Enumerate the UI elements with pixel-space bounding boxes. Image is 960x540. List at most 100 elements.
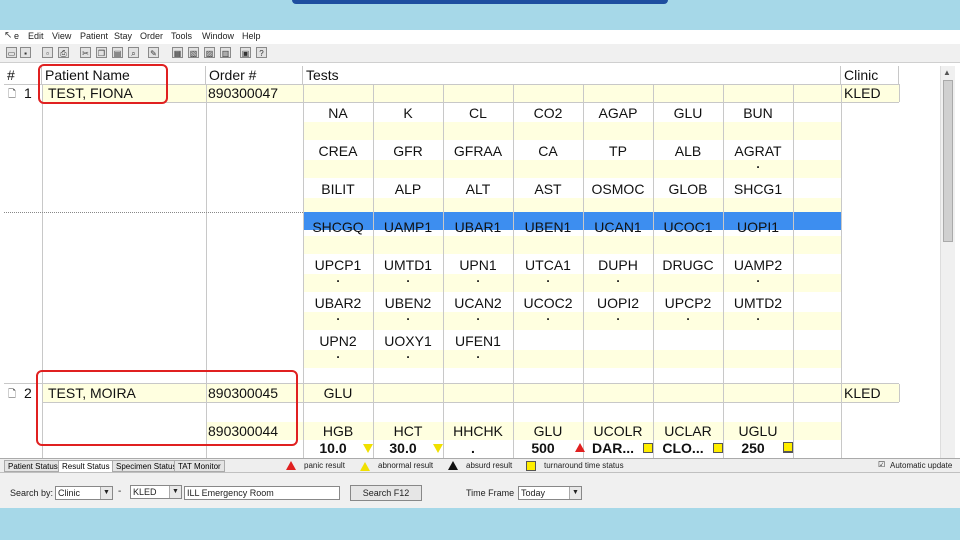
tab-tat-monitor[interactable]: TAT Monitor <box>174 460 225 472</box>
panic-flag-icon <box>575 443 585 452</box>
grid-line <box>42 102 899 103</box>
save-icon[interactable]: ▪ <box>20 47 31 58</box>
test-code[interactable]: GFR <box>373 142 443 160</box>
test-code[interactable]: ALT <box>443 180 513 198</box>
turnaround-flag-icon <box>526 461 536 471</box>
chevron-down-icon[interactable]: ▼ <box>569 487 581 499</box>
paste-icon[interactable]: ▤ <box>112 47 123 58</box>
test-code[interactable]: GLU <box>513 422 583 440</box>
test-code[interactable]: ALB <box>653 142 723 160</box>
cursor-icon: ↖ <box>4 30 13 41</box>
test-code[interactable]: UCOC1 <box>653 218 723 236</box>
result-value: 10.0 <box>319 440 347 456</box>
test-code[interactable]: GFRAA <box>443 142 513 160</box>
clinic-code-select[interactable]: KLED ▼ <box>130 485 182 499</box>
test-code[interactable]: BILIT <box>303 180 373 198</box>
test-code[interactable]: UCOLR <box>583 422 653 440</box>
test-code[interactable]: SHCG1 <box>723 180 793 198</box>
abnormal-flag-icon <box>363 444 373 453</box>
test-code[interactable]: GLOB <box>653 180 723 198</box>
search-by-select[interactable]: Clinic ▼ <box>55 486 113 500</box>
test-code[interactable]: SHCGQ <box>303 218 373 236</box>
test-code[interactable]: UCLAR <box>653 422 723 440</box>
toolbar: ▭ ▪ ▫ ⎙ ✂ ❐ ▤ ⌕ ✎ ▦ ▧ ▨ ▥ ▣ ? <box>0 44 960 63</box>
auto-update-checkbox[interactable]: ☑ <box>878 460 885 469</box>
test-code[interactable]: UBEN1 <box>513 218 583 236</box>
test-code[interactable]: BUN <box>723 104 793 122</box>
specimen-icon[interactable]: ▨ <box>204 47 215 58</box>
pending-result-marker: . <box>546 309 550 323</box>
menu-tools[interactable]: Tools <box>171 31 192 41</box>
result-grid: # Patient Name Order # Tests Clinic 🗋 1 … <box>0 64 940 494</box>
result-value: DAR... <box>592 440 634 456</box>
test-code[interactable]: AST <box>513 180 583 198</box>
test-code[interactable]: CA <box>513 142 583 160</box>
column-header-clinic[interactable]: Clinic <box>841 66 899 84</box>
patient-row-1[interactable] <box>42 84 899 102</box>
test-code[interactable]: TP <box>583 142 653 160</box>
test-code[interactable]: ALP <box>373 180 443 198</box>
scroll-up-icon[interactable]: ▲ <box>943 68 951 77</box>
test-code[interactable]: K <box>373 104 443 122</box>
test-code[interactable]: CREA <box>303 142 373 160</box>
menu-window[interactable]: Window <box>202 31 234 41</box>
pending-result-marker: . <box>336 309 340 323</box>
menu-patient[interactable]: Patient <box>80 31 108 41</box>
menu-edit[interactable]: Edit <box>28 31 44 41</box>
location-field[interactable]: ILL Emergency Room <box>184 486 340 500</box>
app-window: ↖ e Edit View Patient Stay Order Tools W… <box>0 30 960 508</box>
test-code[interactable]: HHCHK <box>443 422 513 440</box>
column-header-tests[interactable]: Tests <box>303 66 841 84</box>
menu-file[interactable]: e <box>14 31 19 41</box>
tab-specimen-status[interactable]: Specimen Status <box>112 460 181 472</box>
test-code[interactable]: HGB <box>303 422 373 440</box>
test-code[interactable]: UOPI1 <box>723 218 793 236</box>
pending-result-marker: . <box>616 309 620 323</box>
image-icon[interactable]: ▣ <box>240 47 251 58</box>
chevron-down-icon[interactable]: ▼ <box>100 487 112 499</box>
find-icon[interactable]: ⌕ <box>128 47 139 58</box>
test-code[interactable]: AGAP <box>583 104 653 122</box>
patient-record-icon: 🗋 <box>8 389 17 400</box>
pending-result-marker: . <box>336 271 340 285</box>
menu-view[interactable]: View <box>52 31 71 41</box>
vertical-scrollbar[interactable]: ▲ <box>940 66 955 458</box>
panic-flag-icon <box>286 461 296 470</box>
results-icon[interactable]: ▧ <box>188 47 199 58</box>
tab-result-status[interactable]: Result Status <box>58 460 114 472</box>
test-code[interactable]: HCT <box>373 422 443 440</box>
test-code[interactable]: NA <box>303 104 373 122</box>
copy-icon[interactable]: ❐ <box>96 47 107 58</box>
test-code[interactable]: GLU <box>303 384 373 402</box>
cut-icon[interactable]: ✂ <box>80 47 91 58</box>
print-preview-icon[interactable]: ▫ <box>42 47 53 58</box>
test-code[interactable]: GLU <box>653 104 723 122</box>
tool-icon[interactable]: ✎ <box>148 47 159 58</box>
time-frame-select[interactable]: Today ▼ <box>518 486 582 500</box>
test-code[interactable]: UAMP1 <box>373 218 443 236</box>
report-icon[interactable]: ▥ <box>220 47 231 58</box>
test-code[interactable]: UBAR1 <box>443 218 513 236</box>
patient-number: 2 <box>24 385 32 401</box>
test-code[interactable]: CO2 <box>513 104 583 122</box>
tab-patient-status[interactable]: Patient Status <box>4 460 62 472</box>
scroll-thumb[interactable] <box>943 80 953 242</box>
test-code[interactable]: CL <box>443 104 513 122</box>
column-header-num[interactable]: # <box>4 66 42 84</box>
print-icon[interactable]: ⎙ <box>58 47 69 58</box>
order-number[interactable]: 890300047 <box>208 84 278 102</box>
result-value: CLO... <box>662 440 704 456</box>
test-code[interactable]: DRUGC <box>653 256 723 274</box>
menu-order[interactable]: Order <box>140 31 163 41</box>
chevron-down-icon[interactable]: ▼ <box>169 486 181 498</box>
open-icon[interactable]: ▭ <box>6 47 17 58</box>
test-code[interactable]: OSMOC <box>583 180 653 198</box>
menu-help[interactable]: Help <box>242 31 261 41</box>
menu-stay[interactable]: Stay <box>114 31 132 41</box>
test-code[interactable]: UCAN1 <box>583 218 653 236</box>
help-icon[interactable]: ? <box>256 47 267 58</box>
order-icon[interactable]: ▦ <box>172 47 183 58</box>
test-code[interactable]: UGLU <box>723 422 793 440</box>
search-button[interactable]: Search F12 <box>350 485 422 501</box>
column-header-order[interactable]: Order # <box>206 66 303 84</box>
